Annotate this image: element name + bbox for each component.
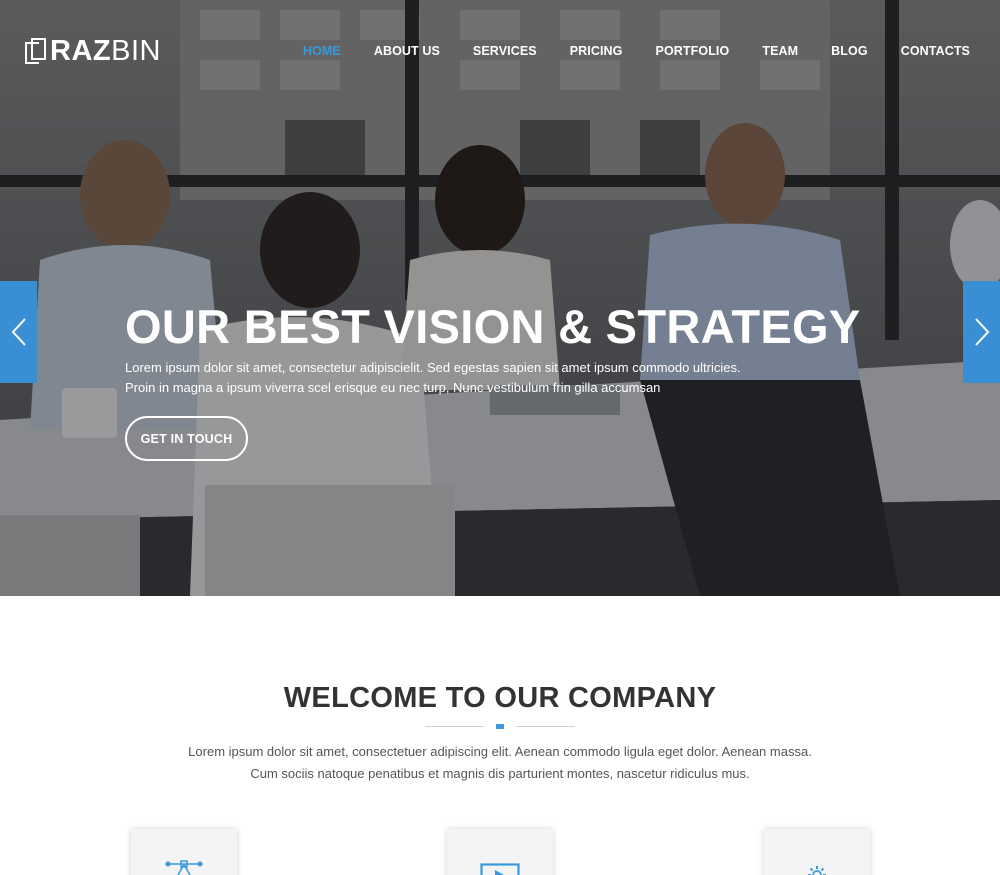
main-nav: HOME ABOUT US SERVICES PRICING PORTFOLIO… bbox=[270, 43, 970, 59]
feature-card[interactable] bbox=[764, 829, 870, 875]
title-divider bbox=[425, 723, 575, 731]
slider-prev-button[interactable] bbox=[0, 281, 37, 383]
nav-item-pricing[interactable]: PRICING bbox=[570, 43, 623, 59]
nav-item-blog[interactable]: BLOG bbox=[831, 43, 868, 59]
section-intro-line: Lorem ipsum dolor sit amet, consectetuer… bbox=[188, 744, 812, 759]
brand-name-bold: RAZ bbox=[50, 35, 112, 67]
nav-item-about-us[interactable]: ABOUT US bbox=[374, 43, 440, 59]
nav-item-portfolio[interactable]: PORTFOLIO bbox=[656, 43, 730, 59]
hero-title: OUR BEST VISION & STRATEGY bbox=[125, 300, 861, 353]
hero-slider: RAZ BIN HOME ABOUT US SERVICES PRICING PO… bbox=[0, 0, 1000, 596]
feature-card[interactable] bbox=[131, 829, 237, 875]
chevron-left-icon bbox=[11, 318, 26, 346]
brand-logo[interactable]: RAZ BIN bbox=[25, 36, 161, 66]
hero-subtitle: Lorem ipsum dolor sit amet, consectetur … bbox=[125, 358, 741, 397]
feature-card[interactable] bbox=[447, 829, 553, 875]
nav-item-services[interactable]: SERVICES bbox=[473, 43, 537, 59]
chevron-right-icon bbox=[974, 318, 989, 346]
vector-pen-icon bbox=[165, 860, 203, 875]
section-intro: Lorem ipsum dolor sit amet, consectetuer… bbox=[0, 741, 1000, 785]
get-in-touch-button[interactable]: GET IN TOUCH bbox=[125, 416, 248, 461]
hero-subtitle-line: Lorem ipsum dolor sit amet, consectetur … bbox=[125, 360, 741, 375]
brand-name-light: BIN bbox=[111, 35, 161, 67]
logo-icon bbox=[25, 38, 47, 64]
hero-overlay bbox=[0, 0, 1000, 596]
slider-next-button[interactable] bbox=[963, 281, 1000, 383]
section-title: WELCOME TO OUR COMPANY bbox=[283, 682, 717, 714]
hero-subtitle-line: Proin in magna a ipsum viverra scel eris… bbox=[125, 379, 661, 395]
nav-item-contacts[interactable]: CONTACTS bbox=[901, 43, 970, 59]
monitor-icon bbox=[480, 863, 520, 875]
nav-item-home[interactable]: HOME bbox=[303, 43, 341, 59]
nav-item-team[interactable]: TEAM bbox=[762, 43, 798, 59]
gear-icon bbox=[808, 866, 826, 875]
section-intro-line: Cum sociis natoque penatibus et magnis d… bbox=[250, 766, 750, 781]
